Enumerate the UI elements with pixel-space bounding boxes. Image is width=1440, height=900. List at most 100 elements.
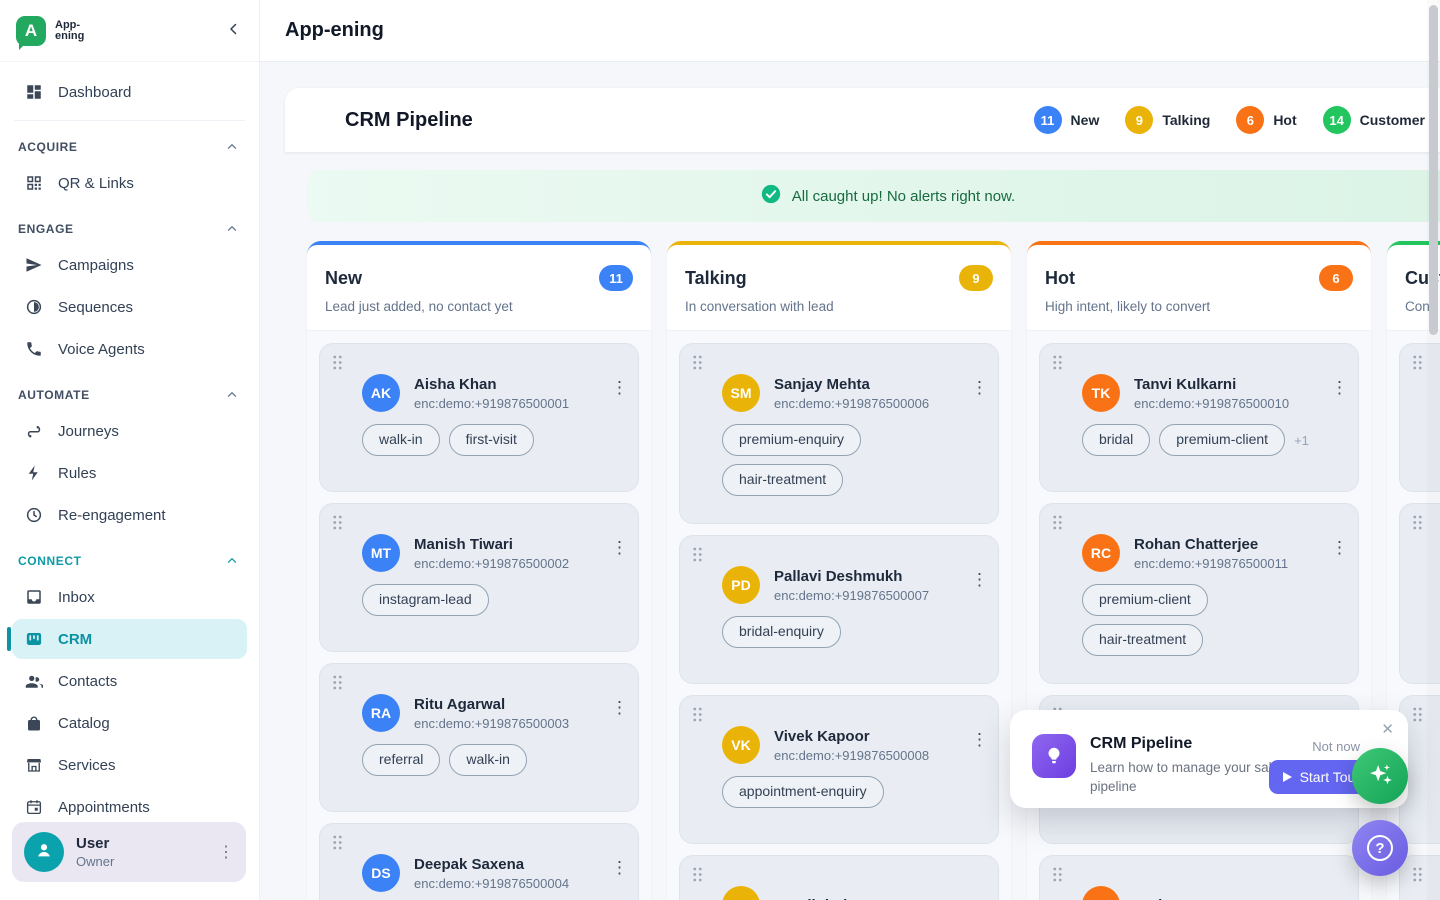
sidebar-item-label: Dashboard: [58, 84, 131, 101]
tag: premium-client: [1082, 584, 1208, 616]
drag-handle-icon[interactable]: [692, 706, 703, 723]
drag-handle-icon[interactable]: [1052, 354, 1063, 371]
drag-handle-icon[interactable]: [332, 514, 343, 531]
help-fab[interactable]: ?: [1352, 820, 1408, 876]
lead-card[interactable]: AK Amit Kumar: [1039, 855, 1359, 900]
close-icon[interactable]: [1381, 720, 1394, 738]
lead-card[interactable]: PD Pallavi Deshmukh enc:demo:+9198765000…: [679, 535, 999, 684]
drag-handle-icon[interactable]: [1052, 866, 1063, 883]
card-menu-button[interactable]: [1331, 378, 1348, 398]
stat-count-badge: 11: [1034, 106, 1062, 134]
card-menu-button[interactable]: [611, 698, 628, 718]
card-menu-button[interactable]: [611, 538, 628, 558]
sidebar-item-crm[interactable]: CRM: [12, 619, 247, 659]
lead-card[interactable]: RA Ritu Agarwal enc:demo:+919876500003 r…: [319, 663, 639, 812]
drag-handle-icon[interactable]: [1412, 866, 1423, 883]
close-x-glyph: [1381, 721, 1394, 738]
chevron-up-icon[interactable]: [225, 388, 239, 402]
card-menu-button[interactable]: [971, 378, 988, 398]
drag-handle-icon[interactable]: [692, 866, 703, 883]
drag-handle-icon[interactable]: [692, 354, 703, 371]
lead-card[interactable]: MT Manish Tiwari enc:demo:+919876500002 …: [319, 503, 639, 652]
stat-count-badge: 9: [1125, 106, 1153, 134]
route-icon: [24, 421, 44, 441]
alert-text: All caught up! No alerts right now.: [792, 188, 1015, 205]
sidebar-item-services[interactable]: Services: [12, 745, 247, 785]
user-card[interactable]: User Owner: [12, 822, 246, 882]
avatar: MT: [362, 534, 400, 572]
column-subtitle: In conversation with lead: [685, 299, 993, 314]
sidebar-item-qr-links[interactable]: QR & Links: [12, 163, 247, 203]
phone-icon: [24, 339, 44, 359]
tag: premium-enquiry: [722, 424, 861, 456]
column-body: SM Sanjay Mehta enc:demo:+919876500006 p…: [667, 331, 1011, 900]
toast-body: Learn how to manage your sales pipeline: [1090, 758, 1295, 796]
lead-card[interactable]: NS Nandini Shetty: [679, 855, 999, 900]
sidebar-item-journeys[interactable]: Journeys: [12, 411, 247, 451]
sidebar-collapse-button[interactable]: [225, 20, 243, 41]
drag-handle-icon[interactable]: [332, 834, 343, 851]
lead-card[interactable]: DS Deepak Saxena enc:demo:+919876500004: [319, 823, 639, 900]
column-count-badge: 9: [959, 265, 993, 291]
kanban-board-icon: [24, 629, 44, 649]
sidebar-item-contacts[interactable]: Contacts: [12, 661, 247, 701]
card-menu-button[interactable]: [611, 858, 628, 878]
sidebar-item-appointments[interactable]: Appointments: [12, 787, 247, 827]
lead-card[interactable]: VK Vivek Kapoor enc:demo:+919876500008 a…: [679, 695, 999, 844]
stat-talking: 9 Talking: [1125, 106, 1210, 134]
drag-handle-icon[interactable]: [1412, 354, 1423, 371]
send-icon: [24, 255, 44, 275]
drag-handle-icon[interactable]: [1412, 706, 1423, 723]
drag-handle-icon[interactable]: [332, 354, 343, 371]
sidebar-section-connect: CONNECT: [12, 545, 247, 577]
user-menu-button[interactable]: [218, 842, 234, 862]
qr-code-icon: [24, 173, 44, 193]
drag-handle-icon[interactable]: [332, 674, 343, 691]
tag: bridal: [1082, 424, 1150, 456]
sidebar-item-re-engagement[interactable]: Re-engagement: [12, 495, 247, 535]
column-header: Talking 9 In conversation with lead: [667, 245, 1011, 331]
app-logo-text: App- ening: [55, 20, 84, 42]
avatar: SM: [722, 374, 760, 412]
lead-name: Pallavi Deshmukh: [774, 568, 929, 585]
sidebar-item-rules[interactable]: Rules: [12, 453, 247, 493]
not-now-button[interactable]: Not now: [1312, 739, 1360, 754]
page-title: App-ening: [285, 19, 384, 42]
column-count-badge: 6: [1319, 265, 1353, 291]
card-menu-button[interactable]: [1331, 538, 1348, 558]
kebab-icon: [971, 730, 988, 749]
chevron-up-icon[interactable]: [225, 222, 239, 236]
lead-card[interactable]: TK Tanvi Kulkarni enc:demo:+919876500010…: [1039, 343, 1359, 492]
sidebar-item-inbox[interactable]: Inbox: [12, 577, 247, 617]
ai-assistant-fab[interactable]: [1352, 748, 1408, 804]
card-menu-button[interactable]: [611, 378, 628, 398]
lead-phone: enc:demo:+919876500002: [414, 556, 569, 571]
sidebar-item-sequences[interactable]: Sequences: [12, 287, 247, 327]
scrollbar-thumb[interactable]: [1429, 5, 1438, 335]
sidebar-item-dashboard[interactable]: Dashboard: [12, 72, 247, 112]
chevron-up-icon[interactable]: [225, 554, 239, 568]
sidebar-item-campaigns[interactable]: Campaigns: [12, 245, 247, 285]
sidebar-item-voice-agents[interactable]: Voice Agents: [12, 329, 247, 369]
sidebar-item-catalog[interactable]: Catalog: [12, 703, 247, 743]
lead-card[interactable]: SM Sanjay Mehta enc:demo:+919876500006 p…: [679, 343, 999, 524]
chevron-up-icon[interactable]: [225, 140, 239, 154]
toast-title: CRM Pipeline: [1090, 735, 1192, 753]
section-label: CONNECT: [18, 554, 82, 568]
drag-handle-icon[interactable]: [692, 546, 703, 563]
play-icon: [1283, 772, 1292, 782]
card-menu-button[interactable]: [971, 730, 988, 750]
tag: bridal-enquiry: [722, 616, 841, 648]
vertical-scrollbar[interactable]: [1427, 0, 1440, 900]
tag: referral: [362, 744, 440, 776]
lightning-icon: [24, 463, 44, 483]
sidebar-item-label: CRM: [58, 631, 92, 648]
kanban-column-new: New 11 Lead just added, no contact yet A…: [307, 241, 651, 900]
lead-card[interactable]: AK Aisha Khan enc:demo:+919876500001 wal…: [319, 343, 639, 492]
sidebar-item-label: Inbox: [58, 589, 95, 606]
lead-name: Aisha Khan: [414, 376, 569, 393]
card-menu-button[interactable]: [971, 570, 988, 590]
lead-card[interactable]: RC Rohan Chatterjee enc:demo:+9198765000…: [1039, 503, 1359, 684]
drag-handle-icon[interactable]: [1052, 514, 1063, 531]
drag-handle-icon[interactable]: [1412, 514, 1423, 531]
